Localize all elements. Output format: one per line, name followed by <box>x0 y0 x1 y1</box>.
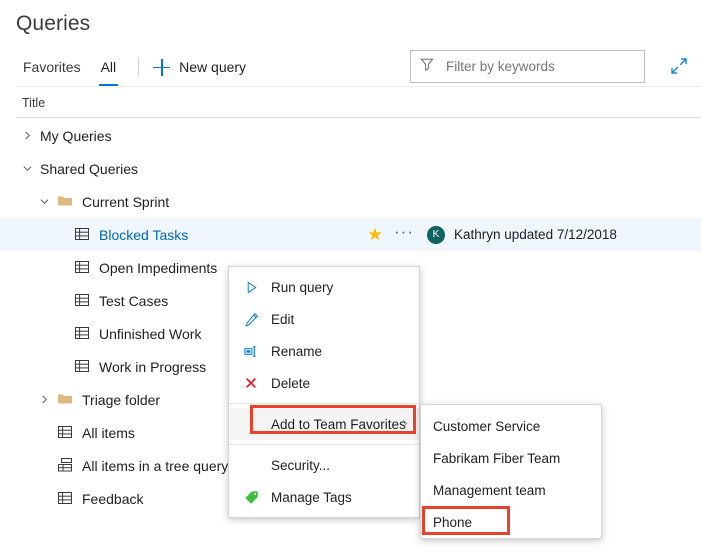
tree-row-label: Test Cases <box>99 293 168 309</box>
chevron-placeholder <box>56 262 68 274</box>
row-meta-text: Kathryn updated 7/12/2018 <box>454 227 617 242</box>
tree-row-label: Work in Progress <box>99 359 206 375</box>
query-grid-icon <box>57 490 74 507</box>
star-filled-icon[interactable]: ★ <box>363 226 387 243</box>
filter-box[interactable] <box>410 50 645 83</box>
query-grid-icon <box>57 424 74 441</box>
funnel-filter-icon <box>420 57 434 76</box>
rename-icon <box>242 342 260 360</box>
tag-icon <box>242 488 260 506</box>
tree-row-label: My Queries <box>40 128 112 144</box>
column-header-title: Title <box>22 96 45 110</box>
chevron-placeholder <box>56 328 68 340</box>
tab-favorites[interactable]: Favorites <box>13 48 91 86</box>
menu-item-delete[interactable]: Delete <box>229 367 419 399</box>
new-query-label: New query <box>179 59 246 75</box>
tree-row-label: Triage folder <box>82 392 160 408</box>
tree-row-label: Shared Queries <box>40 161 138 177</box>
chevron-right-icon[interactable] <box>22 130 34 142</box>
column-header-underline <box>16 117 701 118</box>
menu-item-label: Run query <box>271 280 419 295</box>
new-query-button[interactable]: New query <box>151 59 246 76</box>
page-title: Queries <box>16 12 90 36</box>
expand-diagonal-icon[interactable] <box>668 55 690 77</box>
tab-all[interactable]: All <box>91 48 127 86</box>
avatar: K <box>427 226 445 244</box>
folder-icon <box>57 391 74 408</box>
tree-query-icon <box>57 457 74 474</box>
tree-row-blocked-tasks[interactable]: Blocked Tasks ★··· K Kathryn updated 7/12/2… <box>0 218 701 251</box>
menu-item-rename[interactable]: Rename <box>229 335 419 367</box>
submenu-item-management-team[interactable]: Management team <box>421 474 601 506</box>
folder-icon <box>57 193 74 210</box>
filter-input[interactable] <box>444 51 635 82</box>
menu-separator <box>229 403 419 404</box>
chevron-placeholder <box>39 460 51 472</box>
chevron-down-icon[interactable] <box>39 196 51 208</box>
submenu-item-label: Management team <box>433 483 546 498</box>
tree-row-label: All items in a tree query <box>82 458 228 474</box>
menu-item-manage-tags[interactable]: Manage Tags <box>229 481 419 513</box>
query-grid-icon <box>74 259 91 276</box>
menu-item-label: Manage Tags <box>271 490 419 505</box>
menu-item-label: Rename <box>271 344 419 359</box>
queries-page: Queries Favorites All New query <box>0 0 701 553</box>
chevron-placeholder <box>39 493 51 505</box>
submenu-item-label: Customer Service <box>433 419 540 434</box>
query-grid-icon <box>74 292 91 309</box>
toolbar-bottom-divider <box>16 86 701 87</box>
tree-row-shared-queries[interactable]: Shared Queries <box>0 152 701 185</box>
row-meta: ★··· K Kathryn updated 7/12/2018 <box>363 218 617 251</box>
tree-row-label: Unfinished Work <box>99 326 201 342</box>
menu-separator <box>229 444 419 445</box>
chevron-placeholder <box>56 229 68 241</box>
menu-item-label: Delete <box>271 376 419 391</box>
chevron-right-icon[interactable] <box>39 394 51 406</box>
menu-item-security[interactable]: Security... <box>229 449 419 481</box>
tree-row-my-queries[interactable]: My Queries <box>0 119 701 152</box>
team-favorites-submenu: Customer Service Fabrikam Fiber Team Manag… <box>420 404 602 539</box>
tree-row-current-sprint[interactable]: Current Sprint <box>0 185 701 218</box>
toolbar-divider-vertical <box>138 57 139 77</box>
chevron-placeholder <box>56 295 68 307</box>
x-delete-icon <box>242 374 260 392</box>
tree-row-label: Blocked Tasks <box>99 227 188 243</box>
menu-item-edit[interactable]: Edit <box>229 303 419 335</box>
query-grid-icon <box>74 325 91 342</box>
chevron-down-icon[interactable] <box>22 163 34 175</box>
pencil-icon <box>242 310 260 328</box>
menu-item-label: Add to Team Favorites <box>271 417 419 432</box>
plus-icon <box>153 59 170 76</box>
submenu-item-label: Phone <box>433 515 472 530</box>
play-triangle-icon <box>242 278 260 296</box>
context-menu: Run query Edit Rename Delete Add to Team Fav… <box>228 266 420 518</box>
tree-row-label: All items <box>82 425 135 441</box>
chevron-placeholder <box>39 427 51 439</box>
submenu-item-customer-service[interactable]: Customer Service <box>421 410 601 442</box>
tree-row-label: Feedback <box>82 491 143 507</box>
tab-list: Favorites All New query <box>13 48 246 86</box>
menu-item-label: Edit <box>271 312 419 327</box>
submenu-item-phone[interactable]: Phone <box>421 506 601 538</box>
tree-row-label: Current Sprint <box>82 194 169 210</box>
chevron-placeholder <box>56 361 68 373</box>
column-header: Title <box>0 92 701 118</box>
submenu-item-fabrikam-fiber-team[interactable]: Fabrikam Fiber Team <box>421 442 601 474</box>
chevron-right-icon <box>400 417 410 432</box>
menu-item-add-to-team-favorites[interactable]: Add to Team Favorites <box>229 408 419 440</box>
menu-item-label: Security... <box>271 458 419 473</box>
tree-row-label: Open Impediments <box>99 260 217 276</box>
query-grid-icon <box>74 358 91 375</box>
menu-item-run-query[interactable]: Run query <box>229 271 419 303</box>
submenu-item-label: Fabrikam Fiber Team <box>433 451 560 466</box>
more-ellipsis-icon[interactable]: ··· <box>387 223 421 246</box>
query-grid-icon <box>74 226 91 243</box>
